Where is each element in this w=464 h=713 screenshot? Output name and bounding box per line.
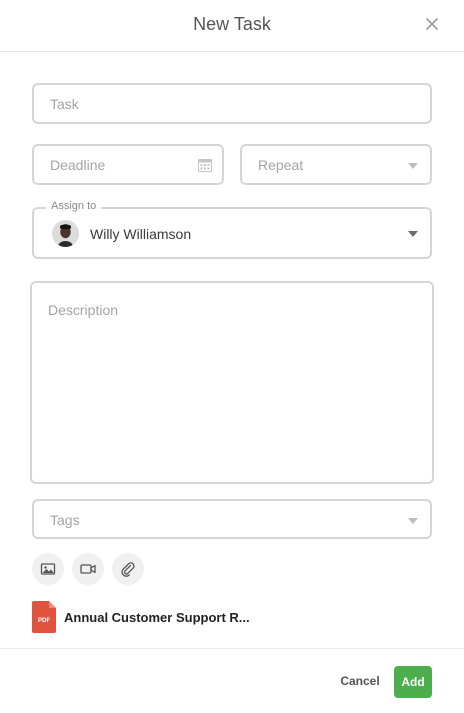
add-image-button[interactable] xyxy=(32,553,64,585)
dialog-header: New Task xyxy=(0,0,464,52)
pdf-file-icon: PDF xyxy=(32,601,56,633)
paperclip-icon xyxy=(121,562,135,577)
video-icon xyxy=(80,564,96,574)
chevron-down-icon xyxy=(408,518,418,524)
attachment-file-name: Annual Customer Support R... xyxy=(64,610,250,625)
add-button[interactable]: Add xyxy=(394,666,432,698)
cancel-button[interactable]: Cancel xyxy=(334,674,386,688)
description-placeholder: Description xyxy=(48,302,119,318)
add-video-button[interactable] xyxy=(72,553,104,585)
description-textarea[interactable]: Description xyxy=(30,281,434,484)
repeat-select[interactable]: Repeat xyxy=(240,144,432,185)
dialog-title: New Task xyxy=(193,14,271,34)
chevron-down-icon xyxy=(408,231,418,237)
dialog-footer: Cancel Add xyxy=(0,648,464,713)
assignee-name: Willy Williamson xyxy=(90,226,192,242)
new-task-dialog: New Task Task Deadline Repeat Assign to xyxy=(0,0,464,713)
repeat-placeholder: Repeat xyxy=(258,157,304,173)
calendar-icon[interactable] xyxy=(198,158,212,172)
tags-select[interactable]: Tags xyxy=(32,499,432,539)
deadline-placeholder: Deadline xyxy=(50,157,106,173)
chevron-down-icon xyxy=(408,163,418,169)
assign-to-label: Assign to xyxy=(46,200,102,212)
deadline-input[interactable]: Deadline xyxy=(32,144,224,185)
add-attachment-button[interactable] xyxy=(112,553,144,585)
avatar xyxy=(52,220,79,247)
assign-to-select[interactable]: Assign to Willy Williamson xyxy=(32,200,432,259)
task-placeholder: Task xyxy=(50,96,79,112)
image-icon xyxy=(40,563,56,575)
task-input[interactable]: Task xyxy=(32,83,432,124)
attachment-item[interactable]: PDF Annual Customer Support R... xyxy=(32,601,292,633)
tags-placeholder: Tags xyxy=(50,512,80,528)
close-button[interactable] xyxy=(422,14,442,34)
close-icon xyxy=(426,18,438,30)
pdf-label: PDF xyxy=(38,618,50,624)
